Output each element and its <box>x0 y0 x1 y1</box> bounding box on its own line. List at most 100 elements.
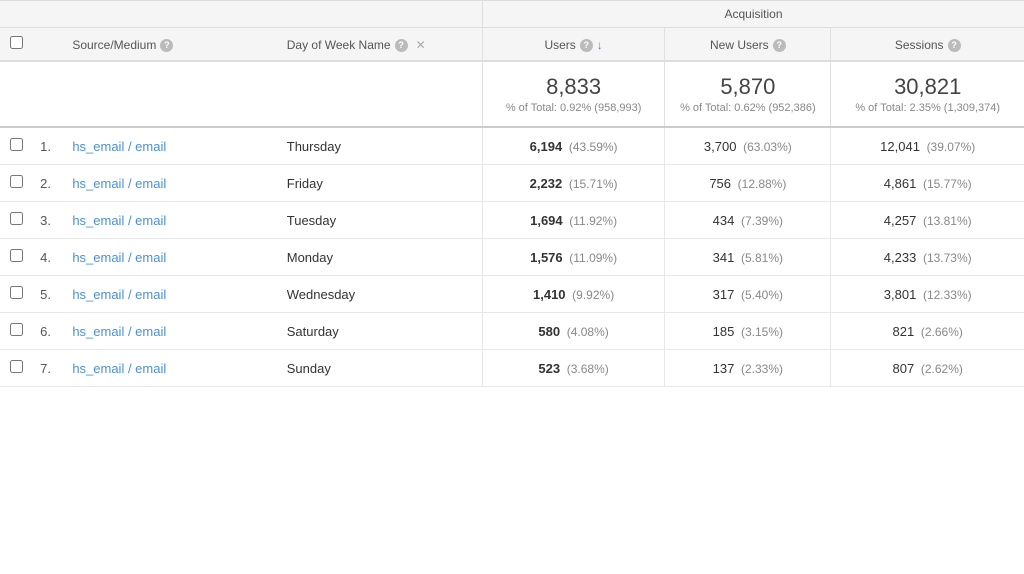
header-checkbox-cell <box>0 28 32 62</box>
users-sort-icon[interactable]: ↓ <box>597 38 603 52</box>
row-sessions: 821 (2.66%) <box>831 313 1024 350</box>
row-checkbox-cell <box>0 127 32 165</box>
row-number: 4. <box>40 250 51 265</box>
source-link[interactable]: hs_email / email <box>72 361 166 376</box>
totals-users-cell: 8,833 % of Total: 0.92% (958,993) <box>482 61 664 127</box>
row-checkbox[interactable] <box>10 138 23 151</box>
row-number: 2. <box>40 176 51 191</box>
sessions-pct: (12.33%) <box>923 288 972 302</box>
header-sessions: Sessions ? <box>831 28 1024 62</box>
newusers-help-icon[interactable]: ? <box>773 39 786 52</box>
row-checkbox-cell <box>0 239 32 276</box>
acquisition-header: Acquisition <box>482 1 1024 28</box>
row-users: 6,194 (43.59%) <box>482 127 664 165</box>
row-source: hs_email / email <box>64 127 278 165</box>
totals-users-sub: % of Total: 0.92% (958,993) <box>491 102 656 114</box>
sessions-value: 821 <box>893 324 915 339</box>
row-newusers: 341 (5.81%) <box>665 239 831 276</box>
row-number: 6. <box>40 324 51 339</box>
day-of-week-label: Day of Week Name <box>287 38 391 52</box>
newusers-value: 185 <box>713 324 735 339</box>
sessions-help-icon[interactable]: ? <box>948 39 961 52</box>
row-newusers: 756 (12.88%) <box>665 165 831 202</box>
row-checkbox[interactable] <box>10 212 23 225</box>
table-row: 7. hs_email / email Sunday 523 (3.68%) 1… <box>0 350 1024 387</box>
row-newusers: 185 (3.15%) <box>665 313 831 350</box>
row-users: 1,694 (11.92%) <box>482 202 664 239</box>
source-link[interactable]: hs_email / email <box>72 213 166 228</box>
sessions-value: 3,801 <box>884 287 917 302</box>
newusers-pct: (7.39%) <box>741 214 783 228</box>
row-day: Friday <box>279 165 483 202</box>
sessions-value: 807 <box>893 361 915 376</box>
users-label: Users <box>544 38 575 52</box>
row-users: 2,232 (15.71%) <box>482 165 664 202</box>
row-checkbox-cell <box>0 350 32 387</box>
table-row: 5. hs_email / email Wednesday 1,410 (9.9… <box>0 276 1024 313</box>
row-checkbox[interactable] <box>10 286 23 299</box>
row-number: 3. <box>40 213 51 228</box>
row-day: Thursday <box>279 127 483 165</box>
totals-users-main: 8,833 <box>491 74 656 100</box>
source-help-icon[interactable]: ? <box>160 39 173 52</box>
users-value: 1,410 <box>533 287 566 302</box>
source-link[interactable]: hs_email / email <box>72 324 166 339</box>
sessions-pct: (2.66%) <box>921 325 963 339</box>
row-newusers: 137 (2.33%) <box>665 350 831 387</box>
source-link[interactable]: hs_email / email <box>72 176 166 191</box>
users-pct: (3.68%) <box>567 362 609 376</box>
sessions-label: Sessions <box>895 38 944 52</box>
header-source: Source/Medium ? <box>64 28 278 62</box>
row-users: 523 (3.68%) <box>482 350 664 387</box>
users-pct: (43.59%) <box>569 140 618 154</box>
row-checkbox[interactable] <box>10 249 23 262</box>
row-index: 6. <box>32 313 64 350</box>
row-users: 580 (4.08%) <box>482 313 664 350</box>
sessions-pct: (2.62%) <box>921 362 963 376</box>
source-link[interactable]: hs_email / email <box>72 250 166 265</box>
sessions-value: 4,257 <box>884 213 917 228</box>
source-link[interactable]: hs_email / email <box>72 139 166 154</box>
users-value: 1,576 <box>530 250 563 265</box>
row-sessions: 4,233 (13.73%) <box>831 239 1024 276</box>
totals-sessions-main: 30,821 <box>839 74 1016 100</box>
row-checkbox-cell <box>0 202 32 239</box>
row-day: Sunday <box>279 350 483 387</box>
newusers-label: New Users <box>710 38 769 52</box>
row-day: Saturday <box>279 313 483 350</box>
newusers-pct: (63.03%) <box>743 140 792 154</box>
users-value: 2,232 <box>530 176 563 191</box>
newusers-pct: (5.40%) <box>741 288 783 302</box>
row-checkbox[interactable] <box>10 175 23 188</box>
row-index: 2. <box>32 165 64 202</box>
users-pct: (4.08%) <box>567 325 609 339</box>
row-number: 7. <box>40 361 51 376</box>
users-value: 523 <box>538 361 560 376</box>
row-source: hs_email / email <box>64 350 278 387</box>
row-source: hs_email / email <box>64 276 278 313</box>
header-day: Day of Week Name ? ✕ <box>279 28 483 62</box>
row-number: 5. <box>40 287 51 302</box>
users-pct: (11.92%) <box>569 214 617 228</box>
table-row: 2. hs_email / email Friday 2,232 (15.71%… <box>0 165 1024 202</box>
row-sessions: 3,801 (12.33%) <box>831 276 1024 313</box>
day-edit-icon[interactable]: ✕ <box>416 38 426 52</box>
users-help-icon[interactable]: ? <box>580 39 593 52</box>
users-value: 580 <box>538 324 560 339</box>
select-all-checkbox[interactable] <box>10 36 23 49</box>
table-row: 1. hs_email / email Thursday 6,194 (43.5… <box>0 127 1024 165</box>
row-checkbox[interactable] <box>10 360 23 373</box>
source-link[interactable]: hs_email / email <box>72 287 166 302</box>
row-source: hs_email / email <box>64 165 278 202</box>
newusers-value: 341 <box>713 250 735 265</box>
totals-newusers-cell: 5,870 % of Total: 0.62% (952,386) <box>665 61 831 127</box>
newusers-value: 756 <box>709 176 731 191</box>
row-newusers: 317 (5.40%) <box>665 276 831 313</box>
newusers-pct: (2.33%) <box>741 362 783 376</box>
row-checkbox[interactable] <box>10 323 23 336</box>
table-row: 4. hs_email / email Monday 1,576 (11.09%… <box>0 239 1024 276</box>
row-newusers: 3,700 (63.03%) <box>665 127 831 165</box>
totals-source-empty <box>64 61 278 127</box>
row-sessions: 807 (2.62%) <box>831 350 1024 387</box>
day-help-icon[interactable]: ? <box>395 39 408 52</box>
